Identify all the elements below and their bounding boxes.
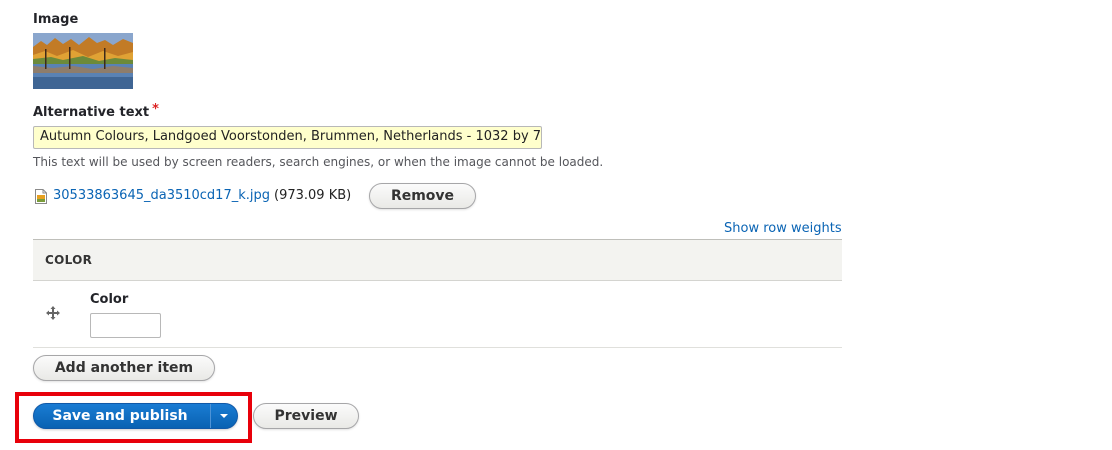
add-another-item-button[interactable]: Add another item	[33, 355, 215, 381]
table-row: Color	[33, 281, 842, 348]
alt-text-label-text: Alternative text	[33, 105, 150, 120]
remove-button[interactable]: Remove	[369, 183, 476, 209]
image-file-link[interactable]: 30533863645_da3510cd17_k.jpg	[53, 188, 270, 203]
color-field-table: COLOR Color	[33, 239, 842, 348]
required-marker: *	[152, 102, 159, 117]
show-row-weights-link[interactable]: Show row weights	[724, 221, 842, 236]
caret-down-icon	[220, 414, 228, 418]
image-field-label: Image	[33, 12, 79, 27]
save-and-publish-split-button[interactable]: Save and publish	[33, 403, 238, 429]
color-field-label: Color	[90, 292, 129, 307]
file-size: (973.09 KB)	[274, 188, 352, 203]
preview-button[interactable]: Preview	[253, 403, 359, 429]
save-and-publish-button[interactable]: Save and publish	[34, 404, 210, 428]
save-options-toggle[interactable]	[210, 404, 237, 428]
image-thumbnail	[33, 33, 133, 89]
table-header-color: COLOR	[33, 240, 842, 281]
image-file-icon	[35, 189, 47, 208]
drag-handle-icon[interactable]	[45, 305, 61, 321]
alt-text-label: Alternative text *	[33, 102, 159, 120]
color-input[interactable]	[90, 313, 161, 338]
alt-text-description: This text will be used by screen readers…	[33, 155, 604, 169]
alt-text-input[interactable]: Autumn Colours, Landgoed Voorstonden, Br…	[33, 126, 542, 149]
